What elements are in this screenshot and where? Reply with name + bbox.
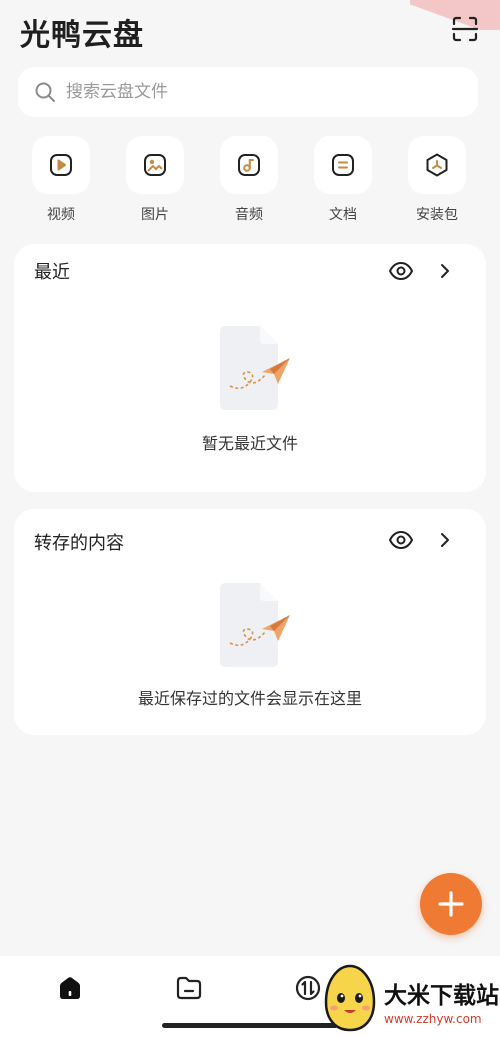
app-title: 光鸭云盘 (20, 18, 144, 53)
search-icon (35, 82, 55, 102)
empty-file-illustration (220, 326, 290, 410)
category-label: 图片 (141, 207, 169, 223)
saved-empty-text: 最近保存过的文件会显示在这里 (137, 689, 362, 708)
empty-file-illustration (220, 583, 290, 667)
eye-icon[interactable] (388, 258, 414, 284)
package-icon (426, 153, 448, 177)
home-indicator (162, 1023, 338, 1028)
category-package[interactable]: 安装包 (390, 136, 484, 224)
folder-icon (176, 976, 202, 1000)
watermark-url: www.zzhyw.com (384, 1012, 482, 1026)
chevron-right-icon[interactable] (432, 258, 458, 284)
category-label: 文档 (329, 207, 357, 223)
search-input[interactable] (64, 81, 448, 103)
scan-icon[interactable] (450, 14, 480, 44)
category-label: 视频 (47, 207, 75, 223)
saved-card: 转存的内容 最近保存过的文件会显示在这里 (14, 509, 486, 735)
category-label: 安装包 (416, 207, 458, 223)
category-image[interactable]: 图片 (108, 136, 202, 224)
category-audio[interactable]: 音频 (202, 136, 296, 224)
category-video[interactable]: 视频 (14, 136, 108, 224)
eye-icon[interactable] (388, 527, 414, 553)
mascot-logo (324, 964, 376, 1032)
search-bar[interactable] (18, 67, 478, 117)
category-row: 视频 图片 音频 文档 安装包 (0, 136, 500, 226)
recent-empty-text: 暂无最近文件 (201, 434, 298, 453)
recent-title: 最近 (34, 262, 70, 283)
recent-card: 最近 暂无最近文件 (14, 244, 486, 492)
category-label: 音频 (235, 207, 263, 223)
chevron-right-icon[interactable] (432, 527, 458, 553)
plus-icon (438, 891, 464, 917)
document-icon (332, 154, 354, 176)
home-icon (60, 977, 80, 999)
watermark-text: 大米下载站 (384, 983, 499, 1009)
image-icon (144, 154, 166, 176)
video-icon (50, 154, 72, 176)
category-document[interactable]: 文档 (296, 136, 390, 224)
music-icon (238, 154, 260, 176)
watermark: 大米下载站 www.zzhyw.com (318, 964, 500, 1037)
tab-files[interactable] (171, 970, 207, 1006)
add-button[interactable] (420, 873, 482, 935)
tab-home[interactable] (52, 970, 88, 1006)
saved-title: 转存的内容 (34, 533, 124, 554)
